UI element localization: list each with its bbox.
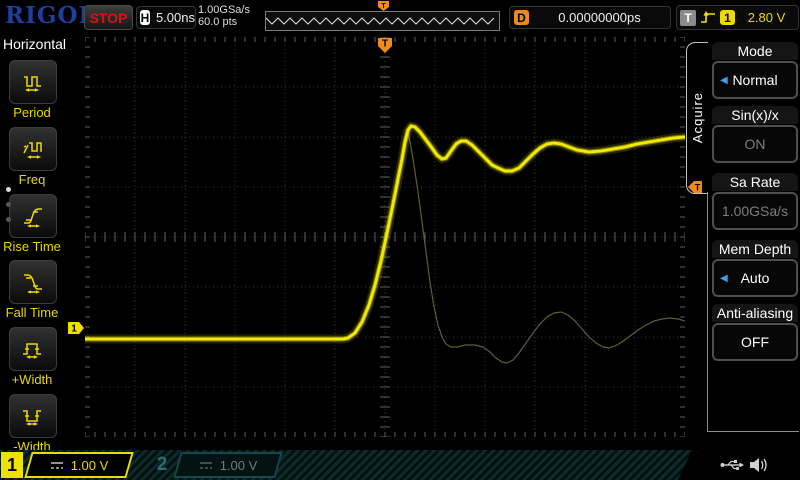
trigger-level-value: 2.80 V [735,10,798,25]
dc-coupling-icon [199,461,213,470]
negative-width-icon[interactable] [9,394,57,438]
sample-rate-value: 1.00GSa/s [198,4,250,16]
left-function-menu: Horizontal Period Freq [0,32,84,450]
system-icons [720,450,769,480]
channel-status-bar: 1 1.00 V 2 [0,450,800,480]
menu-value-sa-rate[interactable]: 1.00GSa/s [712,192,798,230]
menu-label-sa-rate: Sa Rate [712,173,798,191]
waveform-display-area [85,37,685,437]
menu-value-text: Normal [732,72,777,88]
channel2-scale-box[interactable]: 1.00 V [177,452,279,478]
menu-value-mem-depth[interactable]: ◀ Auto [712,259,798,297]
left-menu-title: Horizontal [3,36,66,52]
h-badge: H [140,10,150,25]
menu-frame-line [707,431,799,432]
left-arrow-icon: ◀ [720,273,728,284]
delay-value: 0.00000000ps [529,10,670,25]
left-menu-label: Rise Time [0,239,64,254]
menu-label-sinxx: Sin(x)/x [712,106,798,124]
menu-value-text: ON [745,136,766,152]
trigger-source-channel-badge: 1 [720,10,735,25]
channel1-number-badge[interactable]: 1 [1,452,23,478]
channel2-number[interactable]: 2 [150,452,174,478]
trigger-badge: T [680,10,696,26]
left-menu-label: +Width [0,372,64,387]
oscilloscope-screen: RIGOL STOP H 5.00ns 1.00GSa/s 60.0 pts T… [0,0,800,480]
delay-box[interactable]: D 0.00000000ps [509,6,671,29]
scope-grid-and-traces [85,37,685,437]
menu-value-text: 1.00GSa/s [722,203,788,219]
sample-rate-readout: 1.00GSa/s 60.0 pts [198,4,250,28]
timebase-value: 5.00ns [156,10,195,25]
horizontal-timebase-box[interactable]: H 5.00ns [136,6,196,29]
menu-value-mode[interactable]: ◀ Normal [712,61,798,99]
acquire-menu-tab: Acquire [686,42,708,194]
svg-text:T: T [695,183,701,193]
acquire-tab-label: Acquire [690,92,705,143]
rigol-logo: RIGOL [5,2,96,29]
menu-value-text: Auto [741,270,770,286]
svg-text:1: 1 [71,324,77,335]
freq-icon[interactable] [9,127,57,171]
menu-value-text: OFF [741,334,769,350]
menu-frame-line [707,192,708,432]
left-menu-label: Fall Time [0,305,64,320]
page-indicator-dot [6,187,11,192]
trigger-status-box[interactable]: T 1 2.80 V [676,5,799,30]
trigger-position-marker[interactable]: T [377,37,393,54]
channel1-scale-box[interactable]: 1.00 V [28,452,130,478]
channel1-ground-marker[interactable]: 1 [67,321,85,335]
left-arrow-icon: ◀ [720,75,728,86]
period-icon[interactable] [9,60,57,104]
speaker-icon [749,456,769,474]
menu-value-anti-aliasing[interactable]: OFF [712,323,798,361]
page-indicator-dot [6,217,11,222]
persistence-trace [408,132,685,363]
menu-value-sinxx[interactable]: ON [712,125,798,163]
positive-width-icon[interactable] [9,327,57,371]
trigger-level-marker[interactable]: T [687,180,703,194]
delay-badge: D [514,10,529,25]
rising-edge-trigger-icon [700,10,716,25]
menu-label-mode: Mode [712,42,798,60]
run-state-button[interactable]: STOP [84,5,133,30]
page-indicator-dot [6,202,11,207]
left-menu-label: Freq [0,172,64,187]
left-menu-label: Period [0,105,64,120]
overview-waveform [266,12,497,28]
rise-time-icon[interactable] [9,194,57,238]
waveform-overview-strip[interactable] [265,11,500,31]
right-soft-menu: Acquire T Mode ◀ Normal Sin(x)/x ON Sa R… [686,32,800,450]
memory-points-value: 60.0 pts [198,16,250,28]
svg-text:T: T [382,39,388,50]
svg-text:T: T [381,3,386,10]
dc-coupling-icon [50,461,64,470]
channel2-scale-value: 1.00 V [220,458,258,473]
channel1-scale-value: 1.00 V [71,458,109,473]
menu-label-mem-depth: Mem Depth [712,240,798,258]
top-status-bar: RIGOL STOP H 5.00ns 1.00GSa/s 60.0 pts T… [0,0,800,33]
overview-trigger-position-icon[interactable]: T [377,1,390,12]
fall-time-icon[interactable] [9,260,57,304]
usb-icon [720,458,744,472]
menu-label-anti-aliasing: Anti-aliasing [712,304,798,322]
